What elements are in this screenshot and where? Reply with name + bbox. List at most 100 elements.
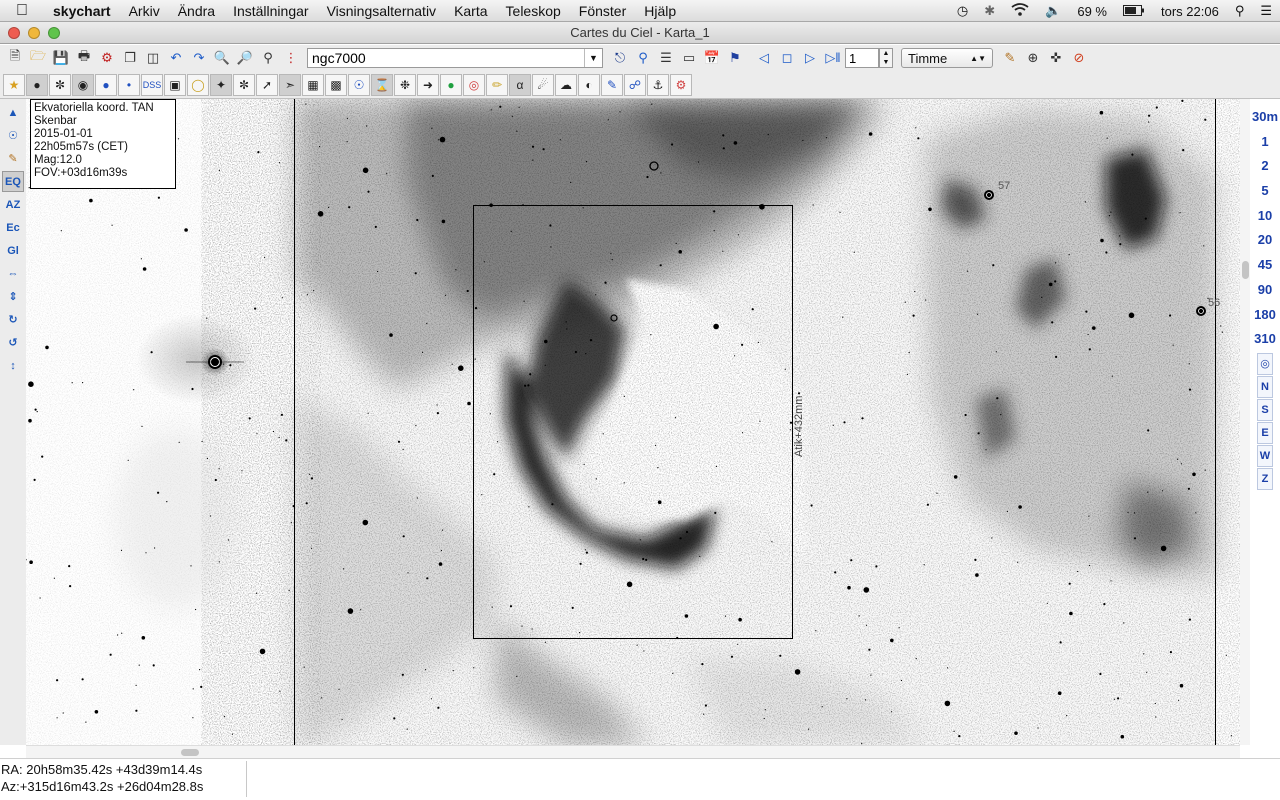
menu-karta[interactable]: Karta [445,3,496,19]
fov-180-button[interactable]: 180 [1250,303,1280,328]
step-count-input[interactable] [845,48,879,68]
labels-icon[interactable]: ● [440,73,462,96]
find-icon[interactable]: ⚲ [632,47,654,69]
look-south-button[interactable]: S [1257,398,1273,421]
fov-10-button[interactable]: 10 [1250,204,1280,229]
fov-90-button[interactable]: 90 [1250,278,1280,303]
fov-5-button[interactable]: 5 [1250,179,1280,204]
zenith-icon[interactable]: ▲ [2,102,24,123]
zoom-in-icon[interactable]: 🔍 [211,47,233,69]
new-file-icon[interactable]: 🗎 [4,47,26,69]
menu-installningar[interactable]: Inställningar [224,3,318,19]
notebook-icon[interactable]: ✎ [2,148,24,169]
new-window-icon[interactable]: ❐ [119,47,141,69]
bluetooth-icon[interactable]: ✱ [976,3,1003,19]
milky-way-icon[interactable]: ❉ [394,73,416,96]
search-input[interactable] [308,49,584,67]
minimize-window-button[interactable] [28,27,40,39]
magnitude-icon[interactable]: ☄ [532,73,554,96]
anchor-icon[interactable]: ⚓ [647,73,669,96]
look-north-button[interactable]: N [1257,375,1273,398]
fov-30m-button[interactable]: 30m [1250,105,1280,130]
redo-icon[interactable]: ↷ [188,47,210,69]
show-stars-icon[interactable]: ★ [3,73,25,96]
wifi-icon[interactable] [1003,3,1037,19]
menu-arkiv[interactable]: Arkiv [120,3,169,19]
clock[interactable]: tors 22:06 [1153,4,1227,19]
horizontal-scroll-thumb[interactable] [181,749,199,756]
close-window-button[interactable] [8,27,20,39]
eq-grid-icon[interactable]: ▩ [325,73,347,96]
horizon-icon[interactable]: ⌛ [371,73,393,96]
meteor-icon[interactable]: ➜ [417,73,439,96]
record-icon[interactable]: ⚙ [670,73,692,96]
galactic-projection-button[interactable]: Gl [2,240,24,261]
stop-icon[interactable]: ◻ [776,47,798,69]
fov-20-button[interactable]: 20 [1250,228,1280,253]
save-icon[interactable]: 💾 [50,47,72,69]
constellation-icon[interactable]: ✦ [210,73,232,96]
star-56[interactable] [1196,306,1206,316]
menu-fonster[interactable]: Fönster [570,3,635,19]
menu-hjalp[interactable]: Hjälp [635,3,685,19]
open-folder-icon[interactable]: 🗁 [27,47,49,69]
apple-icon[interactable]:  [0,2,44,20]
show-dso-icon[interactable]: ◉ [72,73,94,96]
step-stepper[interactable]: ▲ ▼ [879,48,893,68]
resize-vertical-icon[interactable]: ↕ [2,355,24,376]
dss-icon[interactable]: DSS [141,73,163,96]
menu-visningsalternativ[interactable]: Visningsalternativ [318,3,445,19]
eq-projection-button[interactable]: EQ [2,171,24,192]
pointer-icon[interactable]: ➚ [256,73,278,96]
search-combobox[interactable]: ▼ [307,48,603,68]
brush-icon[interactable]: ✎ [999,47,1021,69]
show-galaxy-icon[interactable]: ✼ [49,73,71,96]
fov-1-button[interactable]: 1 [1250,130,1280,155]
telescope-icon[interactable]: ✜ [1045,47,1067,69]
fov-45-button[interactable]: 45 [1250,253,1280,278]
menu-app[interactable]: skychart [44,3,120,19]
list-icon[interactable]: ☰ [655,47,677,69]
flip-icon[interactable]: ⋮ [280,47,302,69]
tile-windows-icon[interactable]: ◫ [142,47,164,69]
look-east-button[interactable]: E [1257,421,1273,444]
zoom-out-icon[interactable]: 🔎 [234,47,256,69]
vertical-scroll-thumb[interactable] [1242,261,1249,279]
ruler-icon[interactable]: ✏ [486,73,508,96]
globe-icon[interactable]: ☉ [2,125,24,146]
settings-icon[interactable]: ⚙ [96,47,118,69]
horizontal-scrollbar[interactable] [26,745,1240,758]
notification-center-icon[interactable]: ☰ [1252,3,1280,19]
print-icon[interactable]: 🖶 [73,47,95,69]
fov-2-button[interactable]: 2 [1250,154,1280,179]
link-icon[interactable]: ☍ [624,73,646,96]
look-west-button[interactable]: W [1257,444,1273,467]
target-icon[interactable]: ⊕ [1022,47,1044,69]
contrast-icon[interactable]: ◐ [578,73,600,96]
zoom-fit-icon[interactable]: ⚲ [257,47,279,69]
look-zenith-button[interactable]: Z [1257,467,1273,490]
volume-icon[interactable]: 🔈 [1037,3,1069,19]
fov-310-button[interactable]: 310 [1250,327,1280,352]
step-forward-icon[interactable]: ▷ [799,47,821,69]
ecliptic-projection-button[interactable]: Ec [2,217,24,238]
compass-icon[interactable]: ☉ [348,73,370,96]
lines-icon[interactable]: ✼ [233,73,255,96]
show-planet-icon[interactable]: ● [95,73,117,96]
undo-icon[interactable]: ↶ [165,47,187,69]
bulb-icon[interactable]: ◯ [187,73,209,96]
screen-icon[interactable]: ▭ [678,47,700,69]
vertical-scrollbar[interactable] [1240,99,1250,745]
boundary-icon[interactable]: ➣ [279,73,301,96]
time-unit-select[interactable]: Timme ▲▼ [901,48,993,68]
time-machine-icon[interactable]: ◷ [949,3,976,19]
zoom-window-button[interactable] [48,27,60,39]
show-asteroid-icon[interactable]: • [118,73,140,96]
flip-horizontal-icon[interactable]: ⇔ [2,263,24,284]
step-back-icon[interactable]: ◁ [753,47,775,69]
menu-andra[interactable]: Ändra [169,3,224,19]
fast-forward-icon[interactable]: ▷‖ [822,47,844,69]
sky-chart[interactable]: 57 56 Atik+432mm Ekvatoriella koord. TAN… [26,99,1240,745]
rotate-cw-icon[interactable]: ↻ [2,309,24,330]
grid-icon[interactable]: ▦ [302,73,324,96]
